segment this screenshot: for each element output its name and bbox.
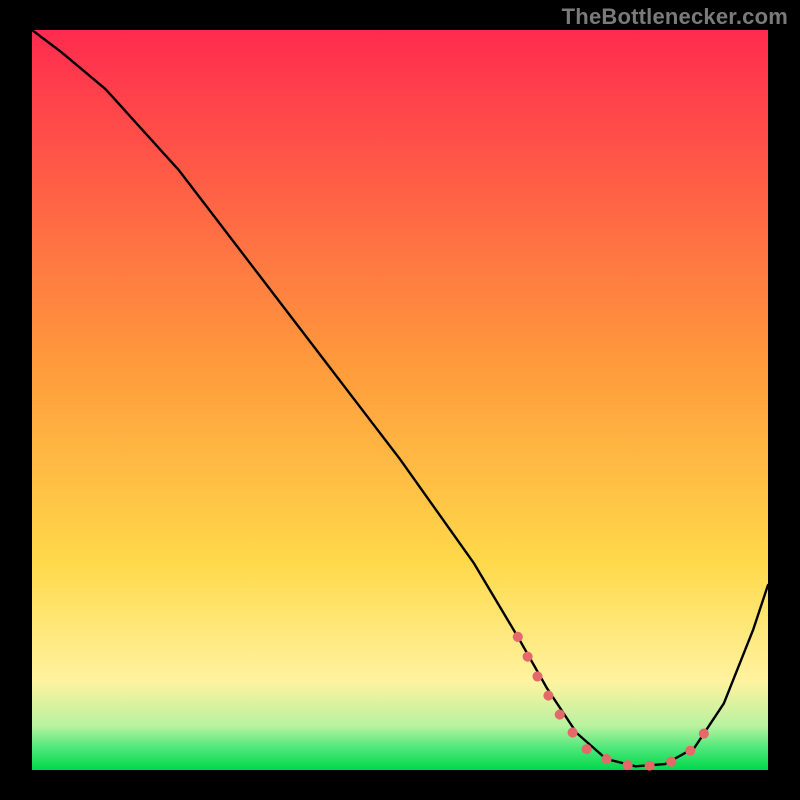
plot-background (32, 30, 768, 770)
bottleneck-chart (0, 0, 800, 800)
chart-container: TheBottlenecker.com (0, 0, 800, 800)
watermark-text: TheBottlenecker.com (562, 4, 788, 30)
